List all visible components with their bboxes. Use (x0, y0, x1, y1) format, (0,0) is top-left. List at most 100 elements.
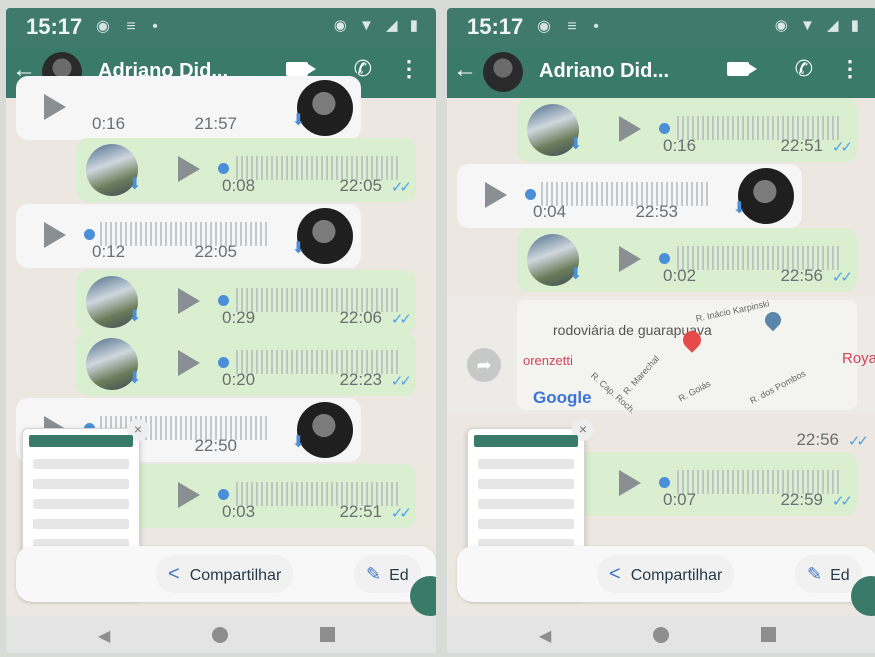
forward-icon[interactable]: ➦ (467, 348, 501, 382)
message-time: 22:05 (339, 176, 382, 195)
notification-icons: ◉ ≡ • (96, 18, 164, 35)
play-icon[interactable] (619, 470, 641, 496)
voice-duration: 0:20 (222, 370, 256, 389)
contact-name[interactable]: Adriano Did... (539, 60, 669, 83)
read-ticks-icon: ✓✓ (831, 493, 853, 510)
mic-icon: ⬇ (128, 308, 142, 325)
nav-recents-icon[interactable] (320, 627, 335, 642)
voice-duration: 0:16 (92, 114, 126, 133)
voice-duration: 0:08 (222, 176, 256, 195)
message-time: 22:51 (339, 502, 382, 521)
read-ticks-icon: ✓✓ (847, 433, 869, 450)
message-time: 22:59 (780, 490, 823, 509)
mic-icon: ⬇ (291, 434, 305, 451)
video-call-icon[interactable] (727, 62, 757, 76)
mini-row (33, 479, 129, 489)
phone-screen-right: 15:17 ◉ ≡ • ◉ ▼ ◢ ▮ ← Adriano Did... ✆ ⋮… (447, 8, 875, 653)
nav-home-icon[interactable] (212, 627, 228, 643)
mini-row (33, 499, 129, 509)
share-button[interactable]: < Compartilhar (597, 555, 735, 593)
location-message: ➦ rodoviária de guarapuava R. Inácio Kar… (447, 296, 875, 416)
back-arrow-icon[interactable]: ← (453, 56, 477, 84)
menu-kebab-icon[interactable]: ⋮ (398, 56, 420, 82)
waveform (541, 182, 711, 206)
notification-icons: ◉ ≡ • (537, 18, 605, 35)
sender-avatar (297, 208, 353, 264)
status-time: 15:17 (26, 14, 83, 39)
mini-header (474, 435, 578, 447)
edit-label: Ed (830, 567, 850, 584)
play-icon[interactable] (44, 94, 66, 120)
mini-row (33, 459, 129, 469)
voice-message-out: ⬇ 0:08 22:05 ✓✓ (76, 138, 416, 202)
seek-dot[interactable] (218, 295, 229, 306)
message-time: 22:51 (780, 136, 823, 155)
seek-dot[interactable] (659, 123, 670, 134)
waveform (100, 222, 270, 246)
voice-message-out: ⬇ 0:20 22:23 ✓✓ (76, 332, 416, 396)
seek-dot[interactable] (218, 489, 229, 500)
pencil-icon: ✎ (366, 564, 382, 584)
map-street-label: R. Inácio Karpinski (694, 298, 771, 324)
message-time: 22:23 (339, 370, 382, 389)
play-icon[interactable] (619, 246, 641, 272)
status-bar: 15:17 ◉ ≡ • ◉ ▼ ◢ ▮ (6, 8, 436, 48)
read-ticks-icon: ✓✓ (390, 179, 412, 196)
mini-row (478, 479, 574, 489)
map-poi-label: orenzetti (523, 353, 573, 368)
mic-icon: ⬇ (128, 176, 142, 193)
system-navigation-bar: ◀ (6, 616, 436, 653)
chat-area: 0:16 21:57 ⬇ ⬇ 0:08 22:05 ✓✓ 0:12 22:05 … (6, 76, 436, 623)
play-icon[interactable] (485, 182, 507, 208)
contact-avatar[interactable] (483, 52, 523, 92)
seek-dot[interactable] (218, 163, 229, 174)
video-call-icon[interactable] (286, 62, 316, 76)
share-label: Compartilhar (630, 567, 723, 584)
seek-dot[interactable] (84, 229, 95, 240)
voice-duration: 0:02 (663, 266, 697, 285)
message-time: 22:53 (635, 202, 678, 221)
play-icon[interactable] (178, 350, 200, 376)
seek-dot[interactable] (525, 189, 536, 200)
map-poi-label: Royal (842, 350, 875, 367)
system-icons: ◉ ▼ ◢ ▮ (333, 17, 422, 34)
nav-back-icon[interactable]: ◀ (539, 626, 551, 646)
voice-message-out: ⬇ 0:02 22:56 ✓✓ (517, 228, 857, 292)
voice-duration: 0:04 (533, 202, 567, 221)
read-ticks-icon: ✓✓ (831, 269, 853, 286)
voice-duration: 0:16 (663, 136, 697, 155)
system-navigation-bar: ◀ (447, 616, 875, 653)
play-icon[interactable] (178, 482, 200, 508)
seek-dot[interactable] (659, 477, 670, 488)
map-street-label: R. Goiás (676, 378, 713, 404)
message-time: 22:06 (339, 308, 382, 327)
message-time: 22:50 (194, 436, 237, 455)
voice-message-in: 0:16 21:57 ⬇ (16, 76, 361, 140)
seek-dot[interactable] (218, 357, 229, 368)
mini-row (33, 519, 129, 529)
mic-icon: ⬇ (569, 136, 583, 153)
seek-dot[interactable] (659, 253, 670, 264)
nav-recents-icon[interactable] (761, 627, 776, 642)
nav-back-icon[interactable]: ◀ (98, 626, 110, 646)
map-preview[interactable]: rodoviária de guarapuava R. Inácio Karpi… (517, 298, 875, 416)
share-button[interactable]: < Compartilhar (156, 555, 294, 593)
message-time: 21:57 (194, 114, 237, 133)
play-icon[interactable] (619, 116, 641, 142)
read-ticks-icon: ✓✓ (390, 505, 412, 522)
share-icon: < (609, 563, 621, 585)
phone-screen-left: 15:17 ◉ ≡ • ◉ ▼ ◢ ▮ ← Adriano Did... ✆ ⋮… (6, 8, 436, 653)
play-icon[interactable] (178, 156, 200, 182)
sender-avatar (297, 402, 353, 458)
message-time: 22:56 (780, 266, 823, 285)
mic-icon: ⬇ (291, 240, 305, 257)
nav-home-icon[interactable] (653, 627, 669, 643)
screenshot-actions: < Compartilhar ✎ Ed (16, 546, 436, 602)
chat-area: ⬇ 0:16 22:51 ✓✓ 0:04 22:53 ⬇ ⬇ 0:02 22:5… (447, 98, 875, 623)
play-icon[interactable] (178, 288, 200, 314)
play-icon[interactable] (44, 222, 66, 248)
mini-row (478, 499, 574, 509)
phone-call-icon[interactable]: ✆ (795, 56, 813, 82)
menu-kebab-icon[interactable]: ⋮ (839, 56, 861, 82)
voice-duration: 0:03 (222, 502, 256, 521)
